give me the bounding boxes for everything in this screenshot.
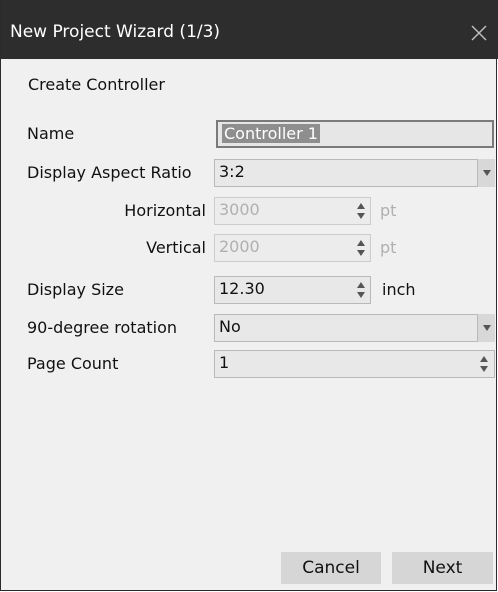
spin-down-icon[interactable] (480, 366, 488, 372)
new-project-wizard-dialog: New Project Wizard (1/3) Create Controll… (0, 0, 498, 591)
horizontal-input: 3000 (214, 197, 371, 225)
name-label: Name (27, 124, 75, 143)
spin-down-icon[interactable] (357, 292, 365, 298)
spin-up-icon (357, 203, 365, 209)
rotation-label: 90-degree rotation (27, 318, 178, 337)
aspect-ratio-value: 3:2 (219, 162, 245, 181)
display-size-unit: inch (382, 280, 416, 299)
page-count-spinner[interactable] (476, 350, 492, 378)
page-count-input[interactable]: 1 (214, 350, 495, 378)
spin-down-icon (357, 250, 365, 256)
chevron-down-icon (483, 325, 491, 331)
vertical-unit: pt (380, 238, 397, 257)
window-title: New Project Wizard (1/3) (10, 22, 221, 42)
page-heading: Create Controller (28, 75, 165, 94)
page-count-value: 1 (219, 353, 230, 372)
close-icon (471, 25, 487, 41)
vertical-label: Vertical (146, 238, 206, 257)
title-bar[interactable]: New Project Wizard (1/3) (1, 0, 498, 59)
spin-up-icon (357, 240, 365, 246)
rotation-dropdown-button[interactable] (477, 314, 495, 342)
display-size-value: 12.30 (219, 279, 265, 298)
horizontal-spinner (353, 197, 369, 225)
close-button[interactable] (461, 15, 497, 51)
vertical-input: 2000 (214, 234, 371, 262)
name-input[interactable]: Controller 1 (216, 120, 494, 148)
horizontal-unit: pt (380, 201, 397, 220)
spin-up-icon[interactable] (357, 282, 365, 288)
spin-up-icon[interactable] (480, 356, 488, 362)
aspect-ratio-label: Display Aspect Ratio (27, 163, 192, 182)
name-input-value: Controller 1 (222, 124, 320, 143)
display-size-input[interactable]: 12.30 (214, 276, 371, 304)
vertical-value: 2000 (219, 237, 260, 256)
spin-down-icon (357, 213, 365, 219)
display-size-label: Display Size (27, 280, 124, 299)
horizontal-value: 3000 (219, 200, 260, 219)
page-count-label: Page Count (27, 354, 119, 373)
rotation-select[interactable]: No (214, 314, 495, 342)
next-button[interactable]: Next (392, 552, 493, 584)
vertical-spinner (353, 234, 369, 262)
aspect-ratio-dropdown-button[interactable] (477, 159, 495, 187)
display-size-spinner[interactable] (353, 276, 369, 304)
cancel-button[interactable]: Cancel (281, 552, 381, 584)
rotation-value: No (219, 317, 241, 336)
horizontal-label: Horizontal (124, 201, 206, 220)
aspect-ratio-select[interactable]: 3:2 (214, 159, 495, 187)
chevron-down-icon (483, 170, 491, 176)
